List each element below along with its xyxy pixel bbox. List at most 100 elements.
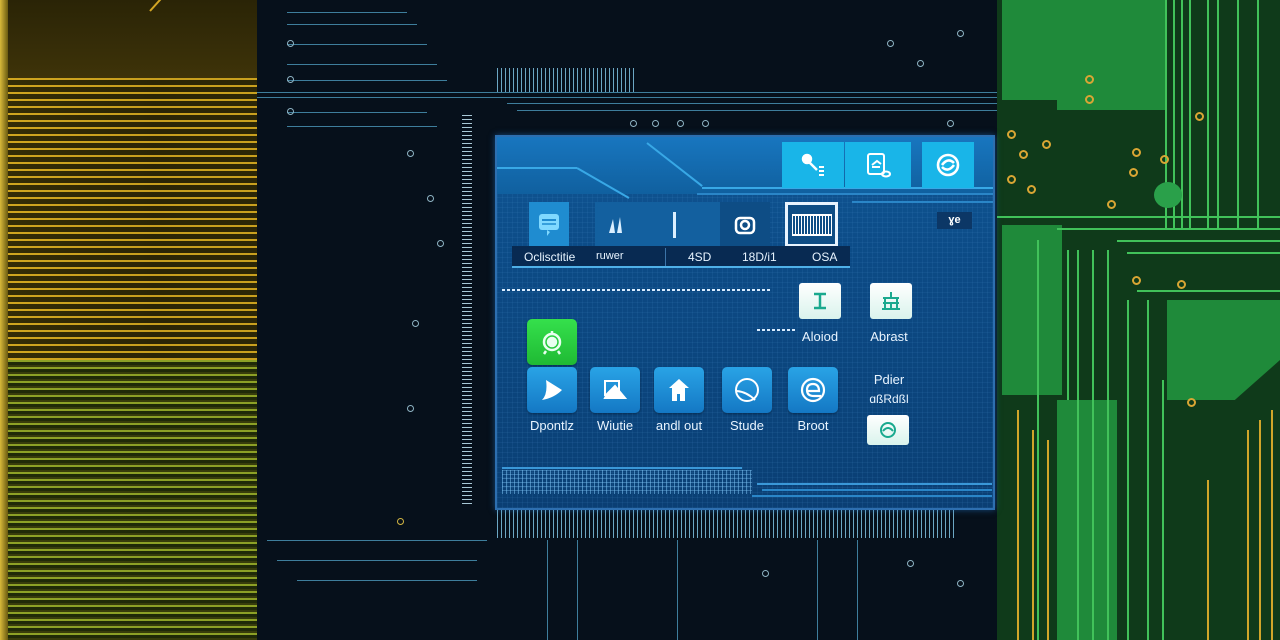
document-link-button[interactable] [845, 142, 911, 188]
pcb-via [1007, 175, 1016, 184]
app-label: Broot [797, 418, 829, 433]
pcb-trace [997, 216, 1280, 218]
pcb-via [287, 40, 294, 47]
pcb-gold-trace [1207, 480, 1209, 640]
pcb-via [1132, 276, 1141, 285]
pcb-trace [287, 126, 437, 127]
pcb-trace [287, 80, 447, 81]
pcb-via [407, 405, 414, 412]
home-icon [669, 379, 689, 401]
pcb-trace [1217, 0, 1219, 230]
right-text-line1: Pdier [873, 372, 905, 387]
toolbar-labels: Oclisctitie ruwer 4SD 18D/i1 OSA [512, 246, 850, 268]
settings-gear-icon [542, 331, 562, 355]
pcb-gold-trace [1032, 430, 1034, 640]
pcb-trace [507, 103, 997, 104]
pcb-via [947, 120, 954, 127]
gold-pcb-block [8, 0, 257, 78]
toolbar-label: 18D/i1 [742, 250, 777, 264]
app-tile-play[interactable] [527, 367, 577, 413]
pcb-via [427, 195, 434, 202]
pcb-via [957, 30, 964, 37]
bar-icon [673, 212, 676, 238]
pcb-trace [1207, 0, 1209, 230]
pcb-trace [287, 44, 427, 45]
toolbar-item-chat[interactable] [529, 202, 569, 247]
pcb-trace [1237, 0, 1239, 230]
decor-line [757, 483, 992, 485]
pcb-gold-trace [1271, 410, 1273, 640]
sync-icon [936, 153, 960, 177]
toolbar-label: ruwer [596, 250, 624, 262]
pcb-trace [1127, 300, 1129, 640]
pcb-via-gold [397, 518, 404, 525]
key-list-icon [801, 153, 824, 176]
app-tile-home[interactable] [654, 367, 704, 413]
pcb-trace [1092, 250, 1094, 640]
pcb-trace [1127, 252, 1280, 254]
pcb-via [412, 320, 419, 327]
pcb-trace [1137, 290, 1280, 292]
key-list-button[interactable] [782, 142, 844, 188]
pcb-via [287, 76, 294, 83]
pcb-mounting-pad [1154, 182, 1182, 208]
app-tile-image[interactable] [590, 367, 640, 413]
decor-line [762, 489, 992, 491]
right-text-line2: ɑßRdßl [869, 392, 909, 406]
camera-icon [734, 216, 756, 234]
barcode-icon [791, 213, 832, 236]
pcb-trace [1257, 0, 1259, 230]
pcb-trace [547, 540, 548, 640]
decor-line [497, 167, 577, 169]
chat-bubble-icon [539, 213, 559, 236]
toolbar-item-barcode[interactable] [785, 202, 838, 247]
screen-footer-decor [502, 467, 992, 499]
dotted-separator [702, 289, 772, 291]
gold-pcb-panel [0, 0, 257, 640]
refresh-tile[interactable] [867, 415, 909, 445]
toolbar-item-camera[interactable] [720, 202, 770, 247]
pcb-via [1085, 95, 1094, 104]
pcb-via [917, 60, 924, 67]
pcb-trace [1117, 240, 1280, 242]
pcb-via [1132, 148, 1141, 157]
sync-button[interactable] [922, 142, 974, 188]
pcb-gold-trace [1017, 410, 1019, 640]
pcb-connector-pins [497, 510, 957, 538]
toolbar-label: OSA [812, 250, 838, 264]
pcb-trace [277, 560, 477, 561]
text-cursor-tile[interactable] [799, 283, 841, 319]
pcb-copper-fill [1167, 300, 1280, 400]
pcb-via [287, 108, 294, 115]
app-tile-globe[interactable] [722, 367, 772, 413]
network-tile[interactable] [870, 283, 912, 319]
pcb-via [887, 40, 894, 47]
toolbar-label: 4SD [688, 250, 712, 264]
pcb-via [1177, 280, 1186, 289]
side-badge[interactable]: ɣe [937, 212, 972, 229]
device-screen: Oclisctitie ruwer 4SD 18D/i1 OSA ɣe Aloi… [495, 135, 995, 510]
pcb-copper-fill [1002, 225, 1062, 395]
pcb-trace [1057, 228, 1280, 230]
pcb-via [1107, 200, 1116, 209]
pcb-trace [267, 540, 487, 541]
pcb-connector-pins [462, 115, 472, 505]
pcb-via [1042, 140, 1051, 149]
refresh-icon [880, 422, 896, 438]
pcb-via [1187, 398, 1196, 407]
pcb-via [762, 570, 769, 577]
pcb-trace [1189, 0, 1191, 230]
pcb-via [957, 580, 964, 587]
pcb-via [677, 120, 684, 127]
screen-header [497, 137, 993, 194]
settings-app-tile[interactable] [527, 319, 577, 365]
pcb-trace [517, 110, 997, 111]
tile-label: Aloiod [801, 329, 839, 344]
green-pcb-board [997, 0, 1280, 640]
pcb-via [1019, 150, 1028, 159]
text-cursor-icon [814, 292, 826, 310]
app-tile-browser[interactable] [788, 367, 838, 413]
gold-pcb-traces-lower [8, 360, 257, 640]
toolbar-item-audio[interactable] [595, 202, 720, 247]
decor-line [752, 495, 992, 497]
